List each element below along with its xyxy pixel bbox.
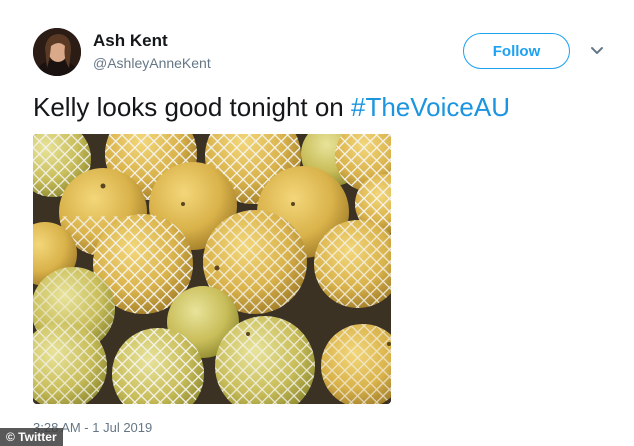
tweet-image[interactable]: [33, 134, 391, 404]
hashtag-link[interactable]: #TheVoiceAU: [351, 92, 510, 122]
tweet-text-body: Kelly looks good tonight on: [33, 92, 351, 122]
source-credit-badge: © Twitter: [0, 428, 63, 446]
tweet-text: Kelly looks good tonight on #TheVoiceAU: [33, 92, 510, 123]
display-name[interactable]: Ash Kent: [93, 31, 168, 51]
avatar[interactable]: [33, 28, 81, 76]
follow-button[interactable]: Follow: [463, 33, 570, 69]
pears-photo: [33, 134, 391, 404]
user-handle[interactable]: @AshleyAnneKent: [93, 55, 211, 71]
avatar-photo: [33, 28, 81, 76]
chevron-down-icon[interactable]: [588, 42, 606, 60]
